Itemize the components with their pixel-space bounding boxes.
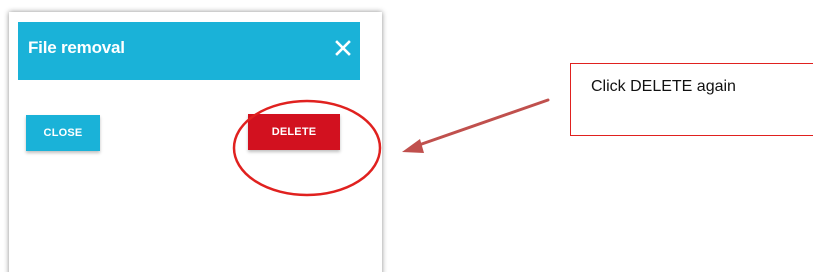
annotation-callout-text: Click DELETE again bbox=[591, 78, 736, 95]
stage: File removal CLOSE DELETE Click DELETE a… bbox=[0, 0, 813, 272]
dialog-header: File removal bbox=[18, 22, 360, 80]
close-icon[interactable] bbox=[334, 39, 352, 57]
annotation-arrow-head bbox=[402, 139, 424, 153]
delete-button[interactable]: DELETE bbox=[248, 114, 340, 150]
annotation-callout-box: Click DELETE again bbox=[570, 63, 813, 136]
close-button[interactable]: CLOSE bbox=[26, 115, 100, 151]
annotation-arrow-shaft bbox=[414, 98, 550, 148]
dialog-title: File removal bbox=[28, 38, 125, 57]
